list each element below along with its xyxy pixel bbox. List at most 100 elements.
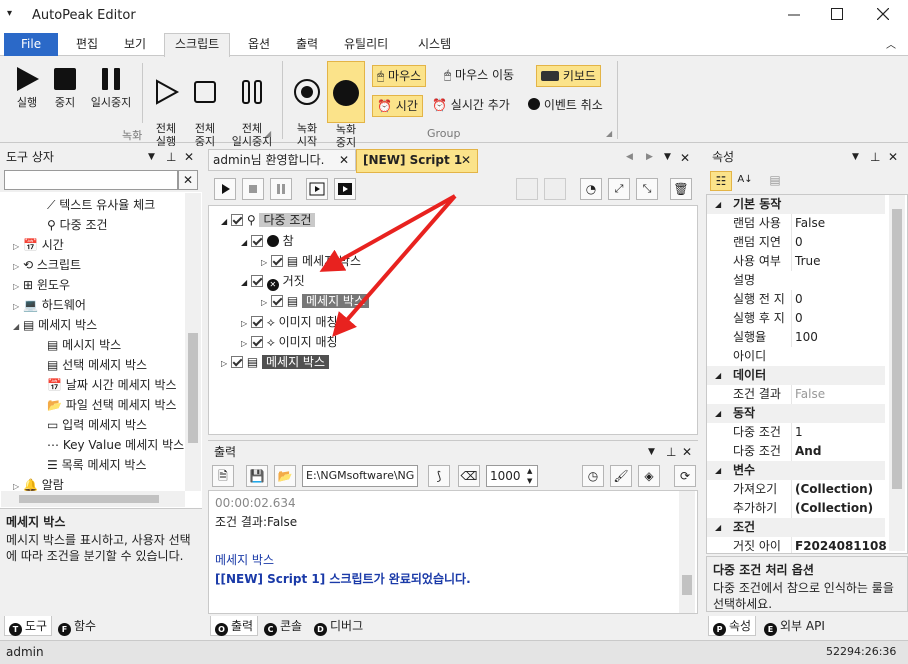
property-pages-button[interactable]: ▤ [764,171,786,191]
property-category[interactable]: ◢ 변수 [707,461,885,480]
property-row[interactable]: 다중 조건 And [707,442,885,461]
clock-icon: ◷ [587,469,599,483]
file-clock-icon: 🗎 [218,469,228,483]
stepper-icon[interactable]: ▲ ▼ [527,466,532,486]
property-name: 설명 [733,273,756,287]
tab-key-badge: D [314,623,327,636]
property-value[interactable]: And [791,442,887,461]
property-category[interactable]: ◢ 동작 [707,404,885,423]
open-folder-button[interactable]: 📂 [274,465,296,487]
property-name: 아이디 [733,349,767,363]
dropdown-icon[interactable]: ▼ [648,441,655,463]
property-row[interactable]: 설명 [707,271,885,290]
property-value[interactable]: (Collection) [791,499,887,518]
close-pane-icon[interactable]: ✕ [888,146,898,168]
collapse-icon[interactable]: ◢ [715,404,721,423]
property-value[interactable]: 100 [791,328,887,347]
tab-key-badge: E [764,623,777,636]
property-grid: ◢ 기본 동작 랜덤 사용 False 랜덤 지연 0 사용 여부 True 설명 실행 전 지 0… [706,194,908,554]
property-category[interactable]: ◢ 조건 [707,518,885,537]
categorized-icon: ☷ [715,174,727,188]
properties-toolbar: ☷ A↓ ▤ [706,168,908,194]
property-value[interactable]: 0 [791,309,887,328]
pin-icon[interactable]: ⊥ [666,441,676,463]
category-label: 변수 [733,463,756,477]
property-row[interactable]: 실행 전 지 0 [707,290,885,309]
arrow-line [332,194,457,338]
pin-icon[interactable]: ⊥ [870,146,880,168]
eraser-icon: ⌫ [460,469,478,483]
property-row[interactable]: 아이디 [707,347,885,366]
tab-external-api[interactable]: E 외부 API [760,616,829,636]
property-row[interactable]: 가져오기 (Collection) [707,480,885,499]
output-vscrollbar[interactable] [679,491,695,613]
categorized-button[interactable]: ☷ [710,171,732,191]
property-row[interactable]: 다중 조건 1 [707,423,885,442]
property-row[interactable]: 실행율 100 [707,328,885,347]
tab-output[interactable]: O 출력 [210,616,259,636]
status-bar: admin 52294:26:36 [0,640,908,664]
log-path-input[interactable]: E:\NGMsoftware\NG [302,465,418,487]
tab-properties[interactable]: P 속성 [708,616,757,636]
property-category[interactable]: ◢ 기본 동작 [707,195,885,214]
collapse-icon[interactable]: ◢ [715,195,721,214]
property-row[interactable]: 실행 후 지 0 [707,309,885,328]
tab-debug[interactable]: D 디버그 [310,616,367,636]
log-line: [[NEW] Script 1] 스크립트가 완료되었습니다. [215,572,471,586]
property-name: 다중 조건 [733,444,781,458]
category-label: 기본 동작 [733,197,782,211]
collapse-icon[interactable]: ◢ [715,461,721,480]
fill-button[interactable]: ◈ [638,465,660,487]
properties-header: 속성 ▼ ⊥ ✕ [706,146,908,168]
property-row[interactable]: 사용 여부 True [707,252,885,271]
description-title: 다중 조건 처리 옵션 [713,563,814,577]
property-value[interactable]: F2024081108335 [791,537,887,553]
property-name: 실행율 [733,330,767,344]
clean-button[interactable]: ⟆ [428,465,450,487]
property-name: 거짓 아이 [733,539,781,553]
property-value[interactable]: (Collection) [791,480,887,499]
max-lines-stepper[interactable]: 1000 ▲ ▼ [486,465,538,487]
collapse-icon[interactable]: ◢ [715,366,721,385]
status-time: 52294:26:36 [826,645,897,658]
erase-button[interactable]: ⌫ [458,465,480,487]
close-pane-icon[interactable]: ✕ [682,441,692,463]
status-user: admin [6,645,44,659]
property-pages-icon: ▤ [769,173,781,187]
property-name: 추가하기 [733,501,778,515]
property-value[interactable]: 0 [791,290,887,309]
property-value[interactable]: False [791,214,887,233]
collapse-icon[interactable]: ◢ [715,518,721,537]
timestamp-button[interactable]: ◷ [582,465,604,487]
refresh-button[interactable]: ⟳ [674,465,696,487]
save-icon: 💾 [249,469,265,483]
log-line: 조건 결과:False [215,515,298,529]
property-name: 랜덤 사용 [733,216,781,230]
property-value[interactable]: 0 [791,233,887,252]
property-row[interactable]: 랜덤 지연 0 [707,233,885,252]
tab-key-badge: P [713,623,726,636]
property-value[interactable]: 1 [791,423,887,442]
dropdown-icon[interactable]: ▼ [852,146,859,168]
property-value[interactable]: False [791,385,887,404]
property-row[interactable]: 랜덤 사용 False [707,214,885,233]
property-name: 랜덤 지연 [733,235,781,249]
alphabetical-button[interactable]: A↓ [734,171,756,191]
tab-key-badge: O [215,623,228,636]
property-category[interactable]: ◢ 데이터 [707,366,885,385]
properties-vscrollbar[interactable] [889,195,905,551]
output-log: 00:00:02.634 조건 결과:False 메세지 박스 [[NEW] S… [208,490,698,614]
log-line: 00:00:02.634 [215,496,296,510]
brush-icon: 🖌 [613,469,629,483]
property-row[interactable]: 조건 결과 False [707,385,885,404]
property-value[interactable]: True [791,252,887,271]
paint-bucket-icon: ◈ [644,469,654,483]
new-log-button[interactable]: 🗎 [212,465,234,487]
brush-button[interactable]: 🖌 [610,465,632,487]
refresh-icon: ⟳ [679,469,691,483]
property-row[interactable]: 거짓 아이 F2024081108335 [707,537,887,553]
save-log-button[interactable]: 💾 [246,465,268,487]
tab-console[interactable]: C 콘솔 [260,616,306,636]
property-row[interactable]: 추가하기 (Collection) [707,499,885,518]
